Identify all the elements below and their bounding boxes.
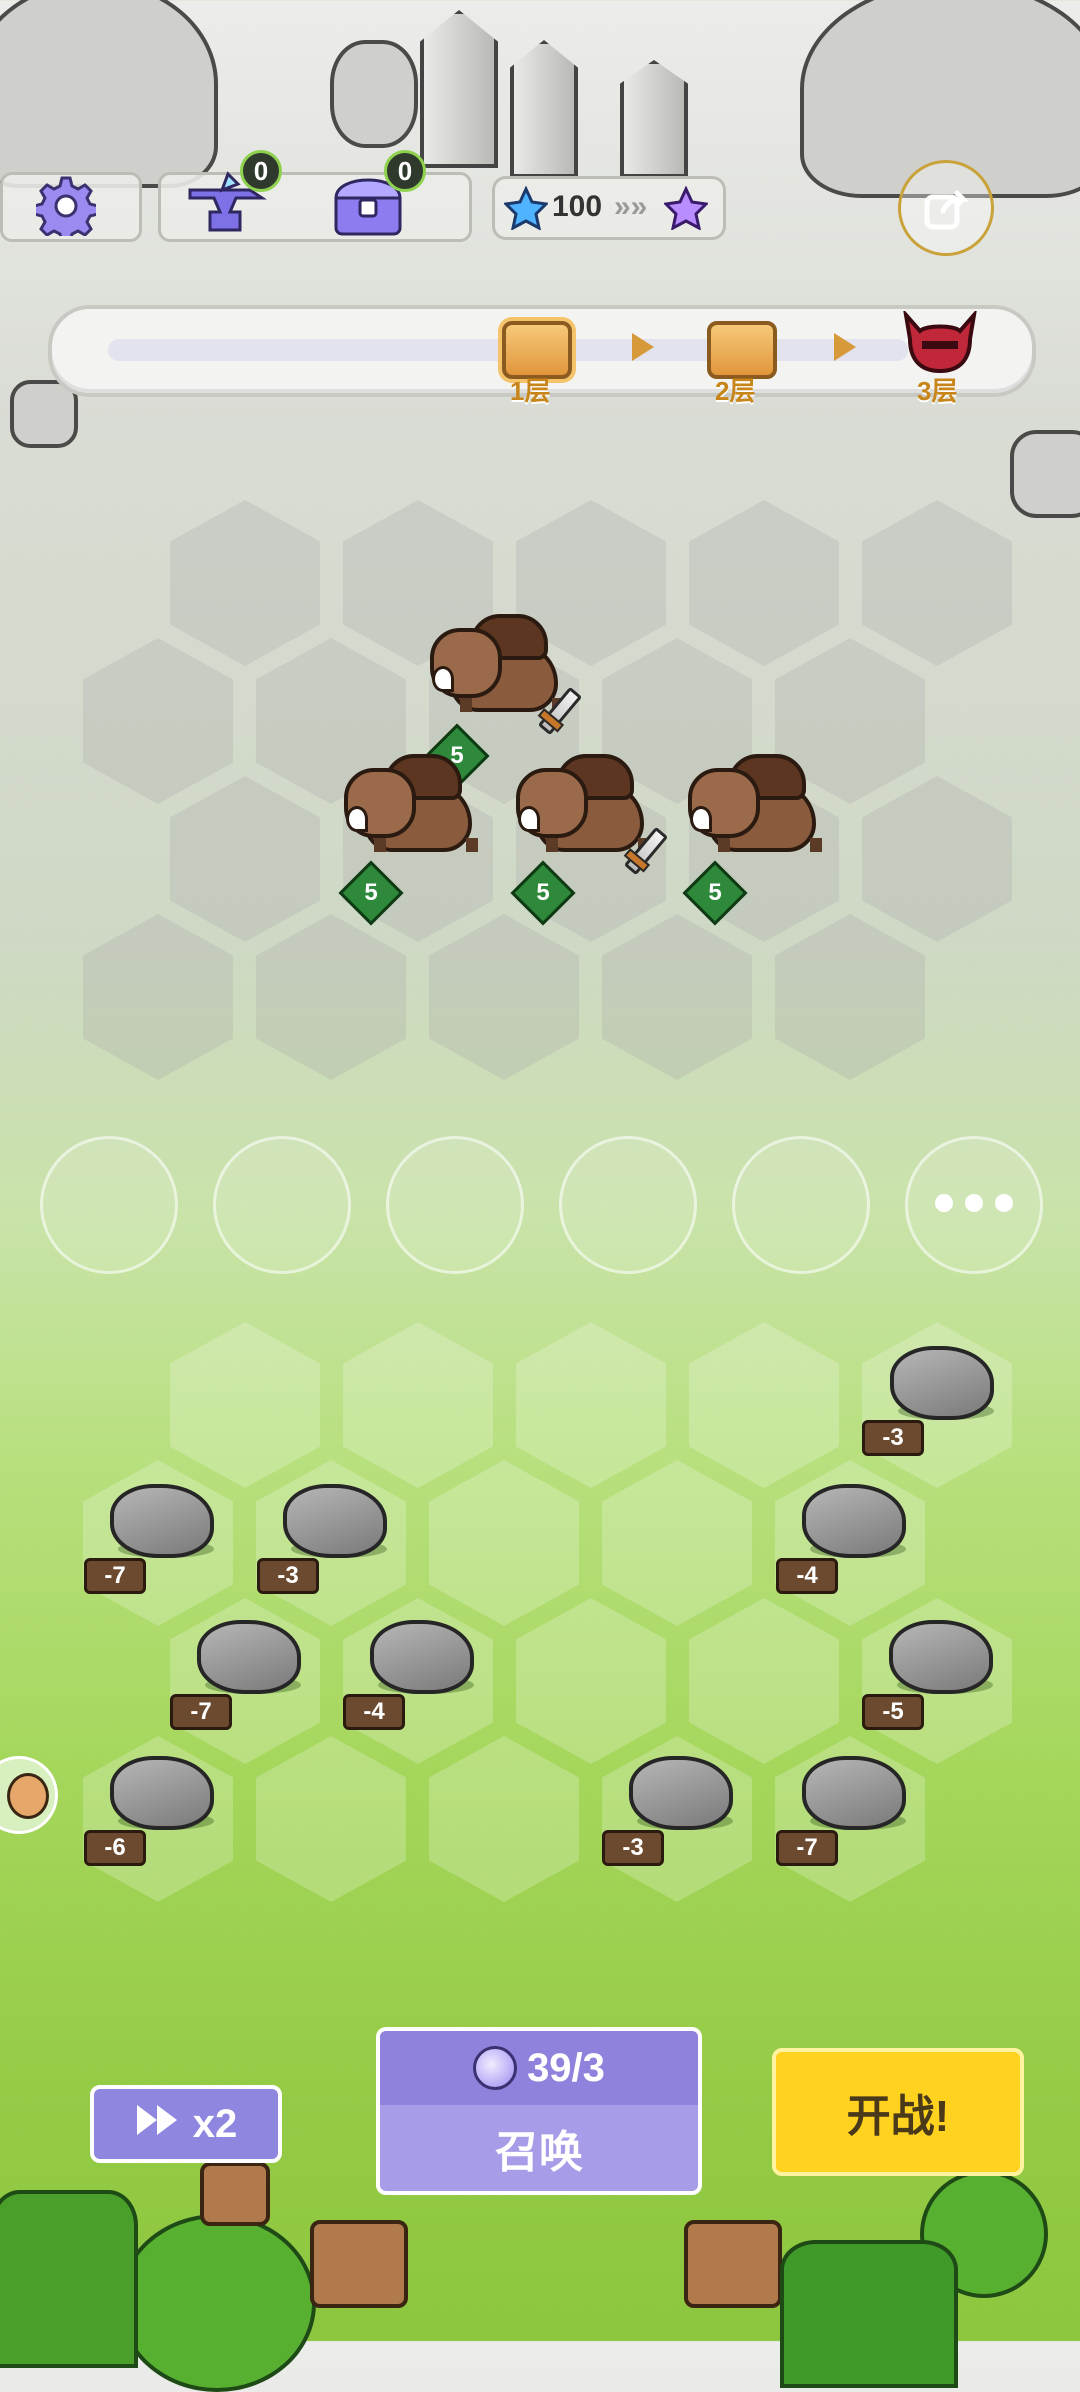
stone-obstacle[interactable] — [619, 1750, 733, 1834]
stars-value: 100 — [552, 190, 603, 223]
purple-star-icon — [662, 185, 710, 235]
boar-enemy[interactable] — [430, 606, 583, 736]
stone-value-tag: -7 — [170, 1694, 232, 1730]
blue-star-icon — [502, 185, 550, 235]
fast-forward-icon — [135, 2102, 179, 2147]
arrow-right-icon — [834, 333, 856, 361]
stone-value-tag: -7 — [776, 1830, 838, 1866]
enemy-hex-cell[interactable] — [689, 500, 839, 666]
boss-helmet-icon — [902, 308, 978, 375]
hero-avatar[interactable] — [0, 1756, 58, 1834]
floor-progress-bar: 1层 2层 3层 — [48, 305, 1036, 406]
progress-chevrons-icon: »» — [614, 190, 648, 223]
arrow-right-icon — [632, 333, 654, 361]
floor-1-label: 1层 — [510, 376, 551, 406]
stone-value-tag: -3 — [602, 1830, 664, 1866]
stone-obstacle[interactable] — [100, 1478, 214, 1562]
stone-obstacle[interactable] — [273, 1478, 387, 1562]
stone-obstacle[interactable] — [879, 1614, 993, 1698]
speed-toggle-button[interactable]: x2 — [90, 2085, 282, 2163]
stone-obstacle[interactable] — [360, 1614, 474, 1698]
summon-orb-icon — [473, 2046, 518, 2090]
player-hex-cell[interactable] — [602, 1460, 752, 1626]
stone-value-tag: -3 — [257, 1558, 319, 1594]
player-hex-cell[interactable] — [170, 1322, 320, 1488]
player-hex-cell[interactable] — [516, 1598, 666, 1764]
enemy-hex-cell[interactable] — [775, 914, 925, 1080]
more-options-button[interactable] — [905, 1136, 1043, 1274]
bench-slot[interactable] — [559, 1136, 697, 1274]
enemy-hex-cell[interactable] — [170, 500, 320, 666]
enemy-hex-cell[interactable] — [170, 776, 320, 942]
boar-enemy[interactable] — [516, 746, 669, 876]
more-dots-icon — [929, 1193, 1019, 1217]
speed-label: x2 — [192, 2101, 238, 2146]
floor-2-label: 2层 — [715, 376, 756, 406]
chest-count-badge: 0 — [384, 150, 426, 192]
stone-value-tag: -4 — [343, 1694, 405, 1730]
stone-obstacle[interactable] — [880, 1340, 994, 1424]
stone-value-tag: -5 — [862, 1694, 924, 1730]
enemy-hex-cell[interactable] — [256, 914, 406, 1080]
enemy-hex-cell[interactable] — [429, 914, 579, 1080]
boar-enemy[interactable] — [344, 746, 484, 866]
stone-value-tag: -4 — [776, 1558, 838, 1594]
player-hex-cell[interactable] — [256, 1736, 406, 1902]
stone-obstacle[interactable] — [187, 1614, 301, 1698]
summon-button[interactable]: 39/3 召唤 — [376, 2027, 702, 2195]
stone-obstacle[interactable] — [100, 1750, 214, 1834]
bench-slot[interactable] — [732, 1136, 870, 1274]
stone-obstacle[interactable] — [792, 1750, 906, 1834]
enemy-hex-cell[interactable] — [602, 914, 752, 1080]
gear-icon[interactable] — [32, 176, 100, 244]
start-battle-button[interactable]: 开战! — [772, 2048, 1024, 2176]
stone-obstacle[interactable] — [792, 1478, 906, 1562]
enemy-hex-cell[interactable] — [862, 500, 1012, 666]
bench-slot[interactable] — [40, 1136, 178, 1274]
top-bar: 0 0 100 »» — [0, 150, 730, 244]
summon-cost: 39/3 — [380, 2031, 698, 2105]
stone-value-tag: -6 — [84, 1830, 146, 1866]
player-hex-cell[interactable] — [689, 1598, 839, 1764]
anvil-count-badge: 0 — [240, 150, 282, 192]
player-hex-cell[interactable] — [343, 1322, 493, 1488]
share-button[interactable] — [898, 160, 994, 256]
player-hex-cell[interactable] — [429, 1460, 579, 1626]
enemy-hex-cell[interactable] — [83, 638, 233, 804]
summon-cost-value: 39/3 — [527, 2045, 605, 2090]
player-hex-cell[interactable] — [516, 1322, 666, 1488]
bench-slot[interactable] — [213, 1136, 351, 1274]
stone-value-tag: -3 — [862, 1420, 924, 1456]
player-hex-cell[interactable] — [689, 1322, 839, 1488]
enemy-hex-cell[interactable] — [862, 776, 1012, 942]
floor-3-label: 3层 — [917, 376, 958, 406]
boar-enemy[interactable] — [688, 746, 828, 866]
stone-value-tag: -7 — [84, 1558, 146, 1594]
player-hex-cell[interactable] — [429, 1736, 579, 1902]
share-icon — [924, 190, 970, 230]
bench-slot[interactable] — [386, 1136, 524, 1274]
enemy-hex-cell[interactable] — [83, 914, 233, 1080]
summon-label: 召唤 — [495, 2128, 583, 2177]
